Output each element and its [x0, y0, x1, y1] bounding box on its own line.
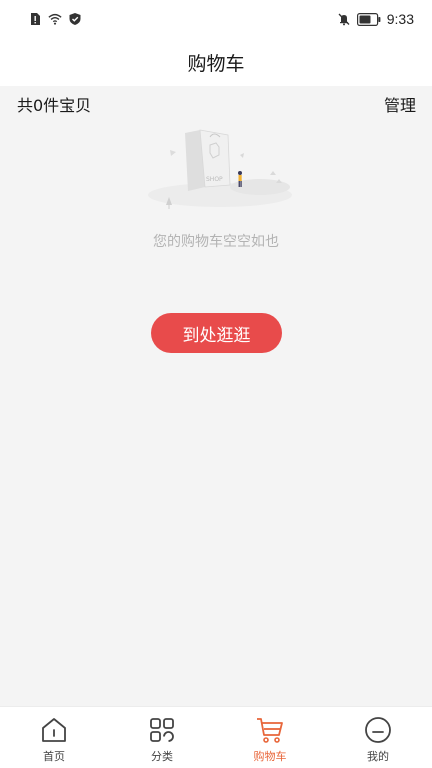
shopping-bag-illustration: SHOP [148, 129, 292, 209]
status-bar: 9:33 [0, 0, 432, 38]
nav-label-category: 分类 [151, 750, 173, 763]
category-icon [150, 718, 174, 742]
empty-cart-message: 您的购物车空空如也 [153, 234, 279, 250]
manage-button[interactable]: 管理 [384, 92, 416, 116]
cart-icon [257, 718, 283, 743]
status-right-icons: 9:33 [337, 11, 414, 27]
nav-item-profile[interactable]: 我的 [324, 707, 432, 768]
alert-icon [31, 13, 40, 25]
status-time: 9:33 [386, 11, 414, 27]
nav-item-home[interactable]: 首页 [0, 707, 108, 768]
nav-item-cart[interactable]: 购物车 [216, 707, 324, 768]
home-icon [42, 718, 66, 742]
shield-icon [69, 13, 81, 25]
wifi-icon [48, 13, 62, 25]
cart-summary-row: 共0件宝贝 管理 [0, 88, 432, 120]
profile-icon [365, 717, 391, 743]
nav-label-home: 首页 [43, 750, 65, 763]
go-shopping-button[interactable]: 到处逛逛 [151, 313, 282, 353]
nav-item-category[interactable]: 分类 [108, 707, 216, 768]
item-count-label: 共0件宝贝 [17, 96, 92, 115]
nav-label-profile: 我的 [367, 750, 389, 763]
battery-icon [356, 12, 381, 26]
svg-text:SHOP: SHOP [206, 176, 223, 183]
title-bar: 购物车 [0, 38, 432, 86]
page-title: 购物车 [187, 52, 245, 75]
nav-label-cart: 购物车 [253, 750, 287, 763]
mute-bell-icon [338, 13, 350, 26]
bottom-nav: 首页 分类 购物车 我的 [0, 706, 432, 768]
status-left-icons [28, 12, 82, 26]
